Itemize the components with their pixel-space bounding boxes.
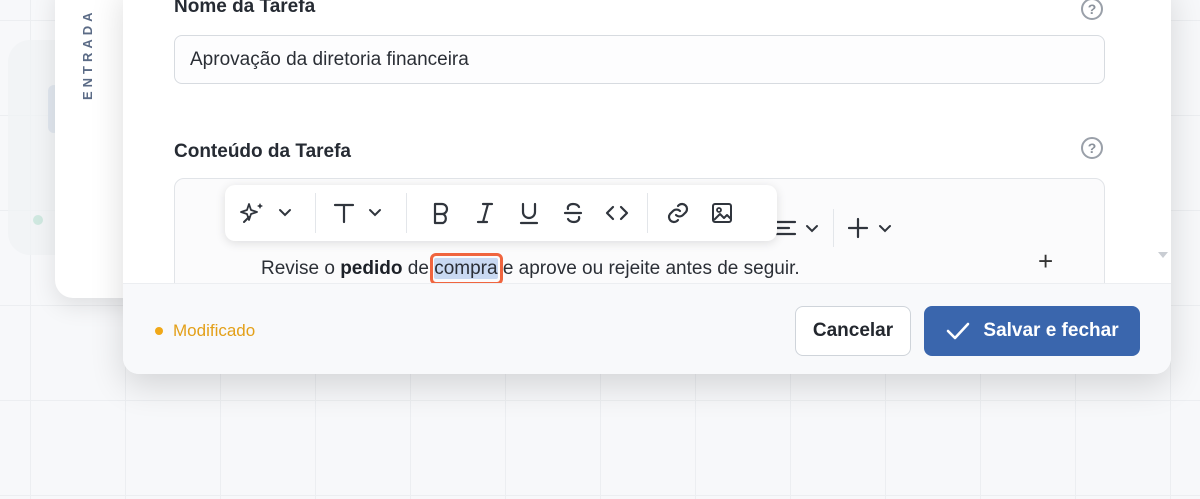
bold-icon (433, 202, 449, 225)
italic-icon (476, 202, 494, 224)
underline-icon (519, 202, 539, 225)
task-name-input[interactable] (174, 35, 1105, 84)
link-button[interactable] (656, 193, 700, 233)
editor-text: Revise o (261, 258, 341, 279)
toolbar-divider (833, 209, 834, 247)
ai-sparkle-icon (240, 203, 291, 223)
check-icon (947, 322, 970, 340)
align-icon (773, 220, 818, 236)
editor-bold-text: pedido (340, 258, 403, 279)
modified-status: Modificado (155, 321, 255, 341)
entrada-panel-label: ENTRADA (80, 8, 95, 100)
task-content-label: Conteúdo da Tarefa (174, 141, 351, 162)
editor-paragraph[interactable]: Revise o pedido de compra e aprove ou re… (261, 258, 800, 280)
floating-format-toolbar (225, 185, 777, 241)
ai-assist-dropdown[interactable] (235, 193, 303, 233)
toolbar-divider (406, 193, 407, 233)
image-button[interactable] (700, 193, 744, 233)
modal-footer: Modificado Cancelar Salvar e fechar (123, 283, 1171, 374)
link-icon (667, 202, 689, 224)
image-icon (712, 203, 732, 223)
editor-toolbar (773, 202, 894, 254)
help-icon[interactable]: ? (1081, 137, 1103, 159)
toolbar-divider (315, 193, 316, 233)
save-and-close-button[interactable]: Salvar e fechar (924, 306, 1140, 356)
italic-button[interactable] (463, 193, 507, 233)
toolbar-divider (647, 193, 648, 233)
scroll-down-arrow-icon[interactable] (1158, 252, 1168, 258)
code-button[interactable] (595, 193, 639, 233)
bold-button[interactable] (419, 193, 463, 233)
text-style-dropdown[interactable] (328, 193, 394, 233)
background-connector-dot (33, 215, 43, 225)
code-icon (605, 205, 629, 221)
insert-dropdown[interactable] (848, 208, 894, 248)
save-button-label: Salvar e fechar (983, 320, 1119, 341)
text-style-icon (333, 203, 381, 224)
selected-word[interactable]: compra (434, 258, 498, 279)
help-icon[interactable]: ? (1081, 0, 1103, 20)
status-text: Modificado (173, 321, 256, 340)
align-dropdown[interactable] (773, 208, 819, 248)
insert-icon (848, 217, 891, 239)
status-dot-icon (155, 327, 163, 335)
task-name-label: Nome da Tarefa (174, 0, 316, 17)
underline-button[interactable] (507, 193, 551, 233)
cancel-button[interactable]: Cancelar (795, 306, 911, 356)
strikethrough-button[interactable] (551, 193, 595, 233)
editor-text: e aprove ou rejeite antes de seguir. (497, 258, 800, 279)
strikethrough-icon (563, 202, 583, 224)
add-block-plus-icon[interactable]: + (1038, 248, 1053, 274)
task-edit-modal: Nome da Tarefa ? Conteúdo da Tarefa ? (123, 0, 1171, 374)
